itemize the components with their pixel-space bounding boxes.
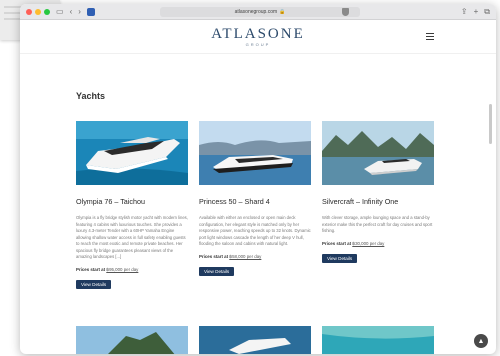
- site-header: ATLASONE GROUP: [20, 20, 496, 54]
- price-value: ฿30,000 per day: [352, 240, 385, 246]
- yacht-grid-row-2: [76, 326, 434, 354]
- close-window-icon[interactable]: [26, 8, 32, 15]
- back-icon[interactable]: ‹: [70, 7, 73, 16]
- yacht-card: [322, 326, 434, 354]
- yacht-image[interactable]: [322, 326, 434, 354]
- yacht-description: Olympia is a fly bridge stylish motor ya…: [76, 215, 188, 259]
- sidebar-icon[interactable]: ▭: [56, 7, 64, 16]
- share-icon[interactable]: ⇪: [461, 7, 468, 17]
- yacht-image[interactable]: [76, 326, 188, 354]
- view-details-button[interactable]: View Details: [199, 266, 235, 276]
- main-content: Yachts Olympia 76 – Taichou Olympia is a…: [20, 91, 496, 291]
- yacht-card: [199, 326, 311, 354]
- lock-icon: 🔒: [279, 9, 286, 15]
- logo-subtext: GROUP: [245, 41, 271, 47]
- price-label: Prices start at: [322, 240, 352, 246]
- yacht-image-olympia[interactable]: [76, 121, 188, 185]
- new-tab-icon[interactable]: +: [474, 7, 479, 17]
- price-value: ฿95,000 per day: [106, 266, 139, 272]
- browser-toolbar: ▭ ‹ › atlasonegroup.com 🔒 ⇪ + ⧉: [20, 4, 496, 20]
- view-details-button[interactable]: View Details: [76, 279, 112, 289]
- tabs-icon[interactable]: ⧉: [484, 7, 490, 17]
- yacht-title[interactable]: Silvercraft – Infinity One: [322, 197, 434, 206]
- yacht-price: Prices start at ฿30,000 per day: [322, 241, 434, 247]
- yacht-grid: Olympia 76 – Taichou Olympia is a fly br…: [76, 121, 440, 291]
- yacht-title[interactable]: Olympia 76 – Taichou: [76, 197, 188, 206]
- url-text: atlasonegroup.com: [234, 9, 278, 15]
- price-label: Prices start at: [199, 253, 229, 259]
- logo-text: ATLASONE: [211, 25, 305, 42]
- yacht-price: Prices start at ฿95,000 per day: [76, 267, 188, 273]
- scroll-to-top-button[interactable]: ▲: [474, 334, 488, 348]
- tab-group-icon[interactable]: [86, 7, 95, 16]
- yacht-title[interactable]: Princess 50 – Shard 4: [199, 197, 311, 206]
- yacht-image-silvercraft[interactable]: [322, 121, 434, 185]
- yacht-description: Available with either an enclosed or ope…: [199, 215, 311, 246]
- menu-icon[interactable]: [426, 33, 434, 42]
- yacht-image[interactable]: [199, 326, 311, 354]
- yacht-description: With clever storage, ample lounging spac…: [322, 215, 433, 233]
- privacy-shield-icon[interactable]: [342, 8, 349, 16]
- page-title: Yachts: [76, 91, 106, 101]
- maximize-window-icon[interactable]: [44, 8, 50, 15]
- yacht-image-princess[interactable]: [199, 121, 311, 185]
- minimize-window-icon[interactable]: [35, 8, 41, 15]
- view-details-button[interactable]: View Details: [322, 253, 358, 263]
- site-logo[interactable]: ATLASONE GROUP: [211, 25, 305, 47]
- price-label: Prices start at: [76, 266, 106, 272]
- chevron-up-icon: ▲: [477, 337, 485, 345]
- browser-window: ▭ ‹ › atlasonegroup.com 🔒 ⇪ + ⧉ ATLASONE…: [20, 4, 496, 354]
- yacht-card: Princess 50 – Shard 4 Available with eit…: [199, 121, 311, 291]
- price-value: ฿58,000 per day: [229, 253, 262, 259]
- yacht-price: Prices start at ฿58,000 per day: [199, 254, 311, 260]
- forward-icon[interactable]: ›: [78, 7, 81, 16]
- window-controls[interactable]: [26, 8, 50, 15]
- address-bar[interactable]: atlasonegroup.com 🔒: [160, 7, 360, 17]
- yacht-card: [76, 326, 188, 354]
- scrollbar[interactable]: [489, 104, 492, 144]
- yacht-card: Silvercraft – Infinity One With clever s…: [322, 121, 434, 291]
- yacht-card: Olympia 76 – Taichou Olympia is a fly br…: [76, 121, 188, 291]
